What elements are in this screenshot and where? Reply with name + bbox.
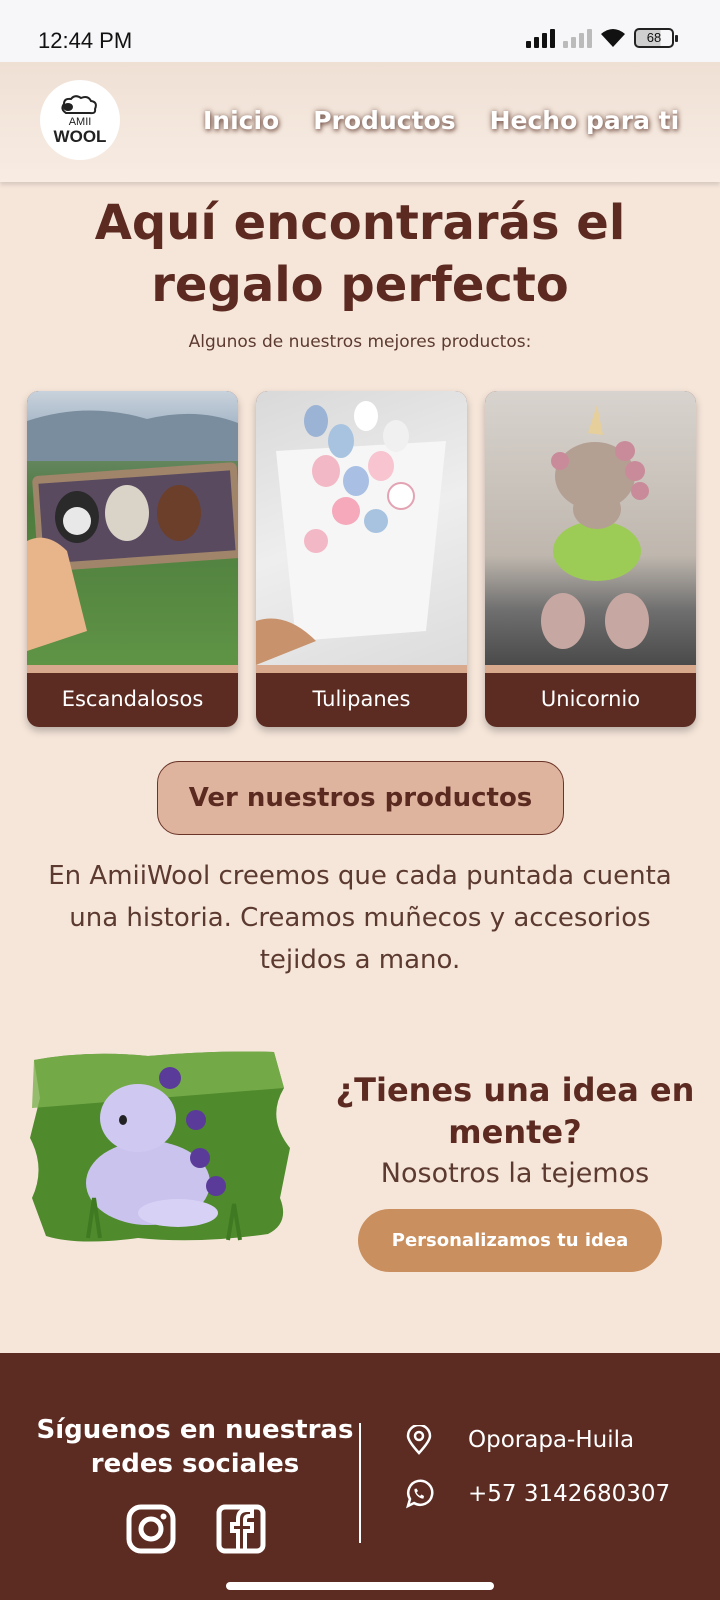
footer-divider (359, 1423, 361, 1543)
nav-inicio[interactable]: Inicio (203, 106, 279, 135)
idea-title: ¿Tienes una idea en mente? (335, 1071, 695, 1151)
hero-title-line1: Aquí encontrarás el (94, 195, 626, 251)
signal-no-sim-icon (563, 28, 592, 48)
view-products-button[interactable]: Ver nuestros productos (157, 761, 564, 835)
product-card-tulipanes[interactable]: Tulipanes (256, 391, 467, 727)
location-item: Oporapa-Huila (404, 1425, 634, 1455)
site-header: AMII WOOL Inicio Productos Hecho para ti (0, 62, 720, 182)
location-text: Oporapa-Huila (468, 1427, 635, 1453)
wifi-icon (601, 29, 625, 47)
social-links (125, 1503, 267, 1555)
status-time: 12:44 PM (38, 28, 133, 53)
amiiwool-logo[interactable]: AMII WOOL (40, 80, 120, 160)
status-icons: 68 (526, 28, 678, 48)
customize-idea-button[interactable]: Personalizamos tu idea (358, 1209, 662, 1272)
hero-title: Aquí encontrarás el regalo perfecto (0, 192, 720, 316)
dinosaur-image (28, 1048, 294, 1246)
nav-productos[interactable]: Productos (313, 106, 455, 135)
battery-level: 68 (646, 30, 662, 45)
product-label-escandalosos: Escandalosos (61, 687, 204, 711)
signal-icon (526, 28, 555, 48)
about-text: En AmiiWool creemos que cada puntada cue… (48, 861, 672, 975)
whatsapp-icon (406, 1479, 434, 1509)
hero-subtitle: Algunos de nuestros mejores productos: (188, 332, 532, 352)
product-card-escandalosos[interactable]: Escandalosos (27, 391, 238, 727)
main-nav: Inicio Productos Hecho para ti (203, 106, 679, 135)
status-bar: 12:44 PM 68 (0, 0, 720, 62)
phone-number: +57 3142680307 (468, 1481, 671, 1507)
product-image-tulipanes (256, 391, 467, 665)
nav-hecho-para-ti[interactable]: Hecho para ti (490, 106, 680, 135)
home-indicator[interactable] (226, 1582, 494, 1590)
instagram-icon[interactable] (125, 1503, 177, 1555)
product-cards: Escandalosos Tulipanes Unicornio (27, 391, 696, 727)
follow-us-heading: Síguenos en nuestras redes sociales (36, 1415, 354, 1479)
phone-item[interactable]: +57 3142680307 (404, 1479, 670, 1509)
idea-subtitle: Nosotros la tejemos (380, 1158, 650, 1189)
product-label-unicornio: Unicornio (540, 687, 641, 711)
location-pin-icon (406, 1425, 432, 1455)
hero-title-line2: regalo perfecto (151, 257, 569, 313)
product-label-tulipanes: Tulipanes (312, 687, 411, 711)
logo-line2: WOOL (53, 127, 107, 146)
site-footer: Síguenos en nuestras redes sociales Opor… (0, 1353, 720, 1600)
battery-icon: 68 (634, 28, 678, 48)
sheep-icon (61, 95, 97, 115)
product-image-escandalosos (27, 391, 238, 665)
facebook-icon[interactable] (215, 1503, 267, 1555)
product-card-unicornio[interactable]: Unicornio (485, 391, 696, 727)
product-image-unicornio (485, 391, 696, 665)
